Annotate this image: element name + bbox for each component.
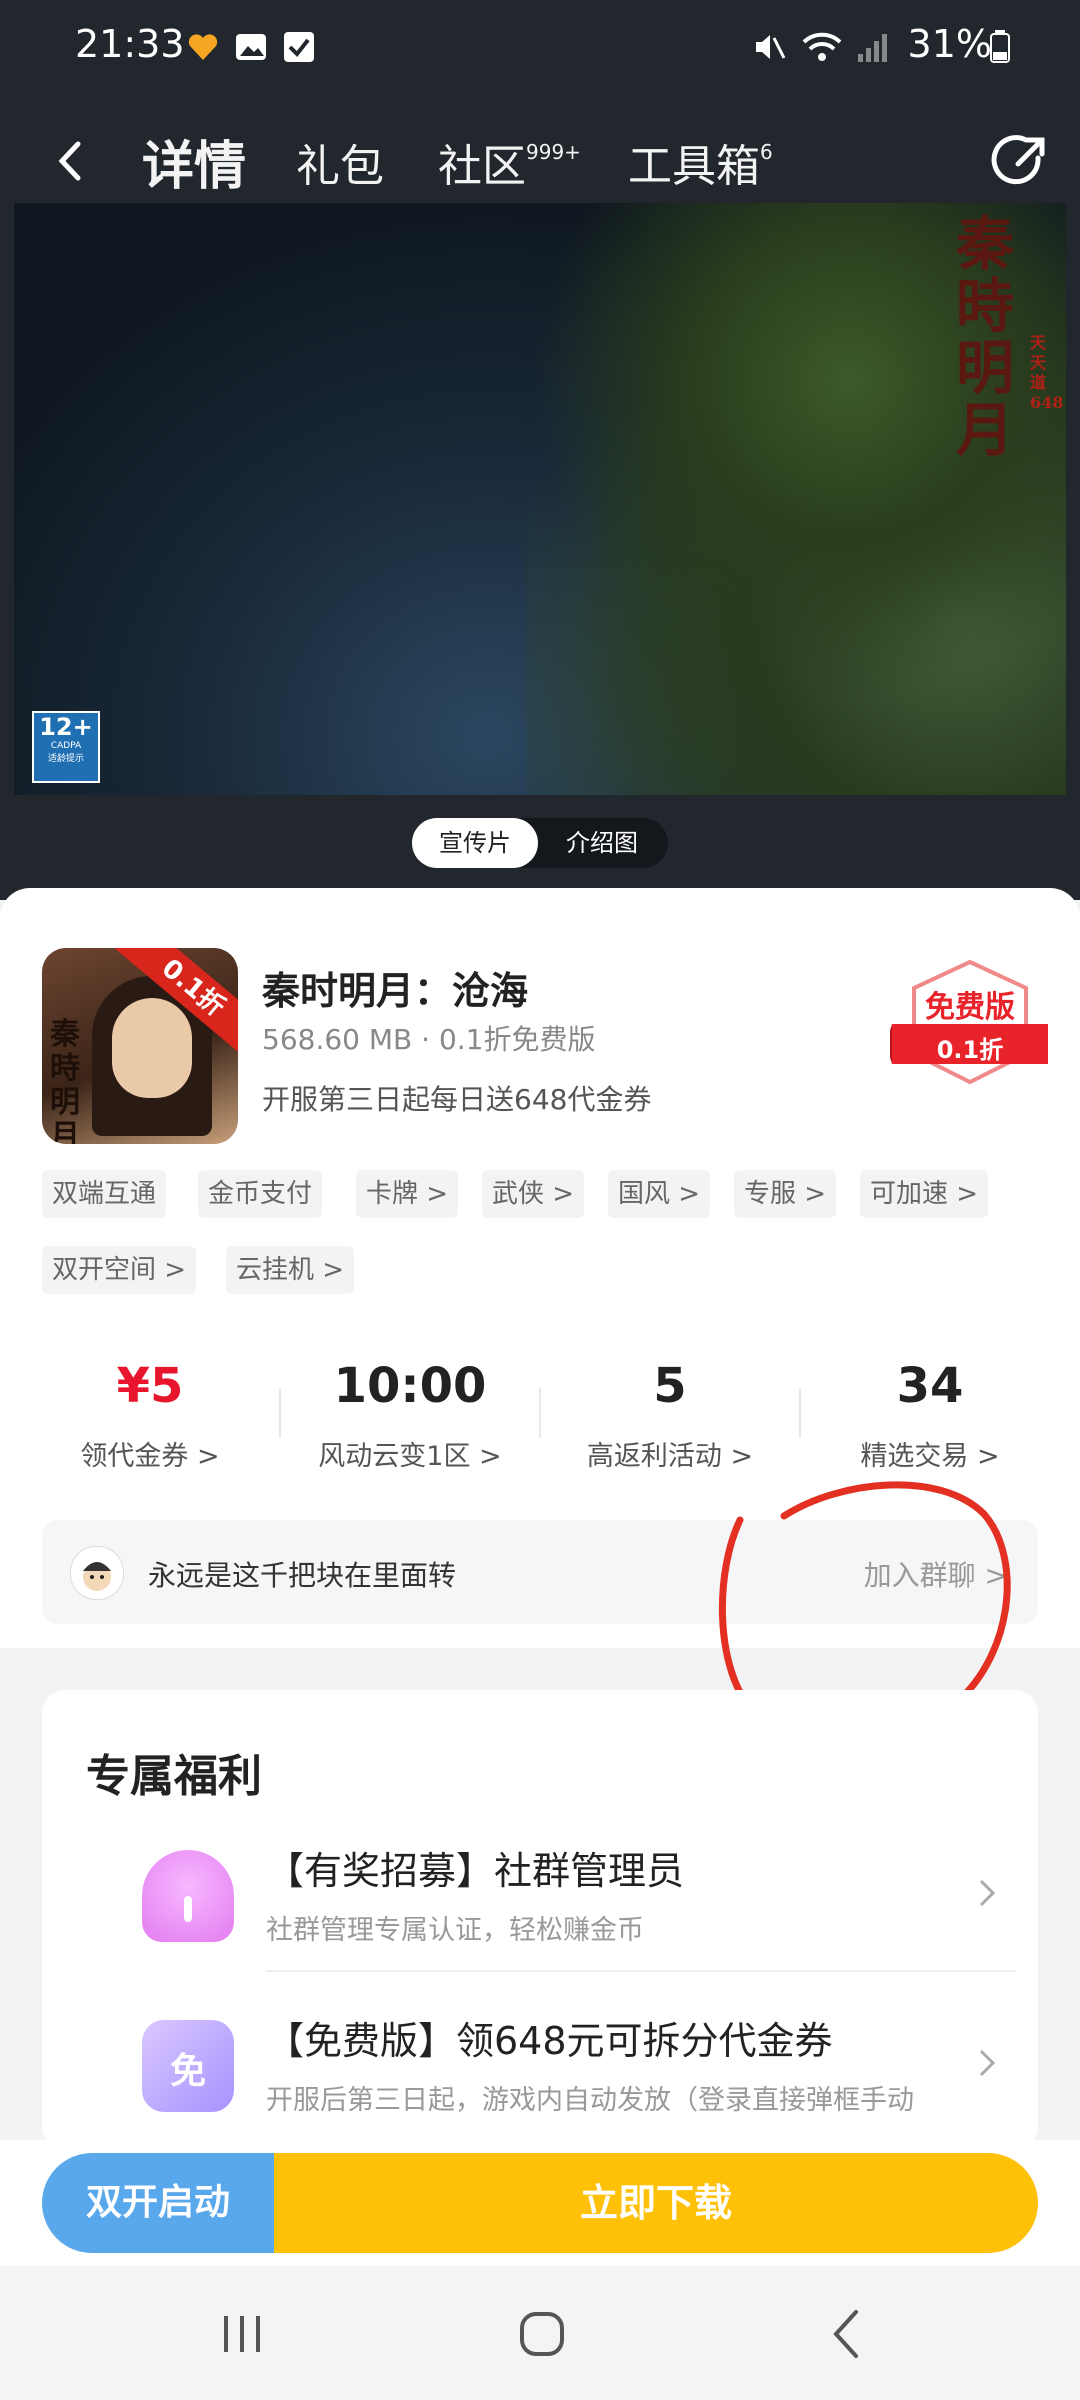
tag-item: 金币支付 <box>198 1170 323 1218</box>
community-badge: 999+ <box>526 140 581 164</box>
bottom-action-bar: 双开启动 立即下载 <box>0 2140 1080 2266</box>
chevron-right-icon <box>979 1879 996 1907</box>
chevron-right-icon <box>979 2049 996 2077</box>
battery-icon <box>990 30 1010 63</box>
free-version-badge: 免费版 0.1折 <box>890 958 1050 1088</box>
battery-percent: 31% <box>907 22 992 66</box>
tag-item[interactable]: 可加速 > <box>860 1170 989 1218</box>
share-icon[interactable] <box>990 132 1050 192</box>
benefit-item-voucher[interactable]: 免 【免费版】领648元可拆分代金券 开服后第三日起，游戏内自动发放（登录直接弹… <box>86 1990 1016 2140</box>
back-arrow-icon[interactable] <box>50 136 90 186</box>
tag-item[interactable]: 双开空间 > <box>42 1246 197 1294</box>
signal-icon <box>858 34 887 62</box>
tag-item[interactable]: 专服 > <box>734 1170 837 1218</box>
app-promo-text: 开服第三日起每日送648代金券 <box>262 1083 652 1116</box>
status-time: 21:33 <box>75 22 185 66</box>
toolbox-badge: 6 <box>760 140 773 164</box>
age-rating-badge: 12+ CADPA 适龄提示 <box>32 711 100 783</box>
heart-app-icon <box>188 34 218 60</box>
home-icon[interactable] <box>512 2306 572 2362</box>
dual-launch-button[interactable]: 双开启动 <box>42 2153 274 2253</box>
tag-item[interactable]: 卡牌 > <box>356 1170 459 1218</box>
chat-message: 永远是这千把块在里面转 <box>148 1559 457 1592</box>
back-nav-icon[interactable] <box>818 2306 878 2362</box>
app-info-card: 秦時明月 0.1折 秦时明月：沧海 568.60 MB · 0.1折免费版 开服… <box>0 888 1080 1648</box>
stat-trade[interactable]: 34 精选交易 > <box>800 1358 1060 1473</box>
stat-rebate[interactable]: 5 高返利活动 > <box>540 1358 800 1473</box>
tag-item[interactable]: 云挂机 > <box>226 1246 355 1294</box>
tag-item: 双端互通 <box>42 1170 167 1218</box>
chat-avatar <box>70 1546 124 1600</box>
tab-toolbox[interactable]: 工具箱6 <box>628 130 773 194</box>
top-navigation: 详情 礼包 社区999+ 工具箱6 <box>0 110 1080 210</box>
gallery-icon <box>236 34 266 60</box>
system-navigation-bar <box>0 2266 1080 2400</box>
benefit-item-recruit[interactable]: 【有奖招募】社群管理员 社群管理专属认证，轻松赚金币 <box>86 1820 1016 1972</box>
app-title: 秦时明月：沧海 <box>262 969 529 1013</box>
download-button[interactable]: 立即下载 <box>274 2153 1038 2253</box>
tab-gifts[interactable]: 礼包 <box>296 130 384 194</box>
join-group-link[interactable]: 加入群聊 > <box>864 1554 1008 1594</box>
app-icon: 秦時明月 0.1折 <box>42 948 238 1144</box>
group-chat-row[interactable]: 永远是这千把块在里面转 加入群聊 > <box>42 1520 1038 1624</box>
tag-item[interactable]: 国风 > <box>608 1170 711 1218</box>
stat-coupon[interactable]: ¥5 领代金券 > <box>20 1358 280 1473</box>
game-logo-watermark: 秦時明月 天天道 648 <box>956 210 1064 464</box>
free-voucher-icon: 免 <box>142 2020 234 2112</box>
tab-community[interactable]: 社区999+ <box>438 130 581 194</box>
benefits-title: 专属福利 <box>86 1751 262 1802</box>
recent-apps-icon[interactable] <box>212 2306 272 2362</box>
stats-row: ¥5 领代金券 > 10:00 风动云变1区 > 5 高返利活动 > 34 精选交易 > <box>0 1358 1080 1508</box>
media-tab-images[interactable]: 介绍图 <box>542 818 662 868</box>
wifi-icon <box>802 32 842 61</box>
app-meta: 568.60 MB · 0.1折免费版 <box>262 1023 596 1056</box>
benefits-card: 专属福利 【有奖招募】社群管理员 社群管理专属认证，轻松赚金币 免 【免费版】领… <box>42 1690 1038 2150</box>
media-type-switch: 宣传片 介绍图 <box>412 818 668 868</box>
media-tab-video[interactable]: 宣传片 <box>412 818 538 868</box>
tag-item[interactable]: 武侠 > <box>482 1170 585 1218</box>
person-badge-icon <box>142 1850 234 1942</box>
checkbox-notify-icon <box>284 32 314 62</box>
promo-video-player[interactable]: 秦時明月 天天道 648 12+ CADPA 适龄提示 <box>14 203 1066 795</box>
tab-details[interactable]: 详情 <box>142 124 246 199</box>
status-bar: 21:33 31% <box>0 0 1080 96</box>
mute-icon <box>756 35 786 59</box>
stat-server-open[interactable]: 10:00 风动云变1区 > <box>280 1358 540 1473</box>
